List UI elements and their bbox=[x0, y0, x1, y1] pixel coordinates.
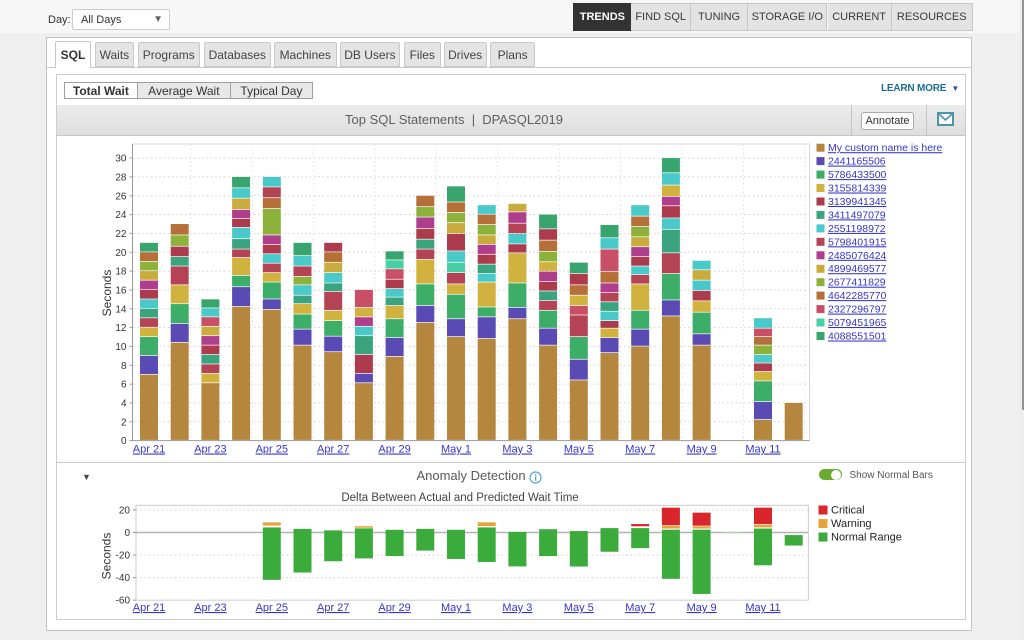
svg-text:May 9: May 9 bbox=[687, 602, 717, 614]
svg-text:8: 8 bbox=[121, 361, 127, 372]
svg-text:May 11: May 11 bbox=[745, 602, 780, 614]
svg-text:May 11: May 11 bbox=[745, 444, 780, 456]
svg-text:3155814339: 3155814339 bbox=[828, 183, 887, 195]
svg-text:My custom name is here: My custom name is here bbox=[828, 142, 943, 154]
svg-text:Apr 23: Apr 23 bbox=[194, 444, 226, 456]
svg-text:0: 0 bbox=[121, 436, 127, 447]
svg-text:Delta Between Actual and Predi: Delta Between Actual and Predicted Wait … bbox=[341, 492, 578, 504]
svg-text:3139941345: 3139941345 bbox=[828, 196, 887, 208]
svg-text:12: 12 bbox=[115, 323, 127, 334]
svg-text:Critical: Critical bbox=[831, 505, 865, 517]
svg-text:2485076424: 2485076424 bbox=[828, 250, 887, 262]
svg-text:-40: -40 bbox=[116, 573, 131, 584]
svg-text:30: 30 bbox=[115, 154, 127, 165]
svg-text:4088551501: 4088551501 bbox=[828, 331, 887, 343]
svg-text:22: 22 bbox=[115, 229, 127, 240]
svg-text:26: 26 bbox=[115, 191, 127, 202]
svg-text:Seconds: Seconds bbox=[100, 533, 114, 580]
svg-text:2677411829: 2677411829 bbox=[828, 277, 886, 289]
svg-text:2551198972: 2551198972 bbox=[828, 223, 886, 235]
svg-text:5786433500: 5786433500 bbox=[828, 169, 887, 181]
svg-text:May 1: May 1 bbox=[441, 444, 471, 456]
svg-text:4899469577: 4899469577 bbox=[828, 263, 887, 275]
svg-text:May 5: May 5 bbox=[564, 444, 594, 456]
svg-text:May 1: May 1 bbox=[441, 602, 471, 614]
svg-text:May 7: May 7 bbox=[625, 444, 655, 456]
svg-text:0: 0 bbox=[124, 528, 130, 539]
svg-text:2: 2 bbox=[121, 417, 127, 428]
svg-text:4642285770: 4642285770 bbox=[828, 290, 887, 302]
svg-text:4: 4 bbox=[121, 398, 127, 409]
svg-text:-60: -60 bbox=[116, 596, 131, 607]
svg-text:May 5: May 5 bbox=[564, 602, 594, 614]
svg-text:Warning: Warning bbox=[831, 518, 872, 530]
svg-text:20: 20 bbox=[119, 505, 131, 516]
svg-text:Apr 27: Apr 27 bbox=[317, 602, 349, 614]
svg-text:May 9: May 9 bbox=[687, 444, 717, 456]
svg-text:10: 10 bbox=[115, 342, 127, 353]
svg-text:2327296797: 2327296797 bbox=[828, 304, 887, 316]
svg-text:Apr 27: Apr 27 bbox=[317, 444, 349, 456]
svg-text:16: 16 bbox=[115, 285, 127, 296]
svg-text:May 7: May 7 bbox=[625, 602, 655, 614]
svg-text:24: 24 bbox=[115, 210, 127, 221]
svg-text:Apr 25: Apr 25 bbox=[256, 444, 288, 456]
svg-text:Apr 29: Apr 29 bbox=[378, 444, 410, 456]
svg-text:Apr 21: Apr 21 bbox=[133, 444, 165, 456]
svg-text:28: 28 bbox=[115, 172, 127, 183]
svg-text:2441165506: 2441165506 bbox=[828, 156, 886, 168]
svg-text:-20: -20 bbox=[116, 551, 131, 562]
svg-text:Normal Range: Normal Range bbox=[831, 532, 902, 544]
svg-text:20: 20 bbox=[115, 248, 127, 259]
svg-text:18: 18 bbox=[115, 267, 127, 278]
svg-text:Seconds: Seconds bbox=[100, 270, 114, 317]
svg-text:3411497079: 3411497079 bbox=[828, 209, 886, 221]
svg-text:Apr 21: Apr 21 bbox=[133, 602, 165, 614]
svg-text:May 3: May 3 bbox=[502, 602, 532, 614]
svg-text:Apr 23: Apr 23 bbox=[194, 602, 226, 614]
svg-text:5798401915: 5798401915 bbox=[828, 236, 887, 248]
svg-text:14: 14 bbox=[115, 304, 127, 315]
svg-text:Apr 29: Apr 29 bbox=[378, 602, 410, 614]
svg-text:Apr 25: Apr 25 bbox=[256, 602, 288, 614]
svg-text:5079451965: 5079451965 bbox=[828, 317, 887, 329]
svg-text:May 3: May 3 bbox=[502, 444, 532, 456]
svg-text:6: 6 bbox=[121, 380, 127, 391]
